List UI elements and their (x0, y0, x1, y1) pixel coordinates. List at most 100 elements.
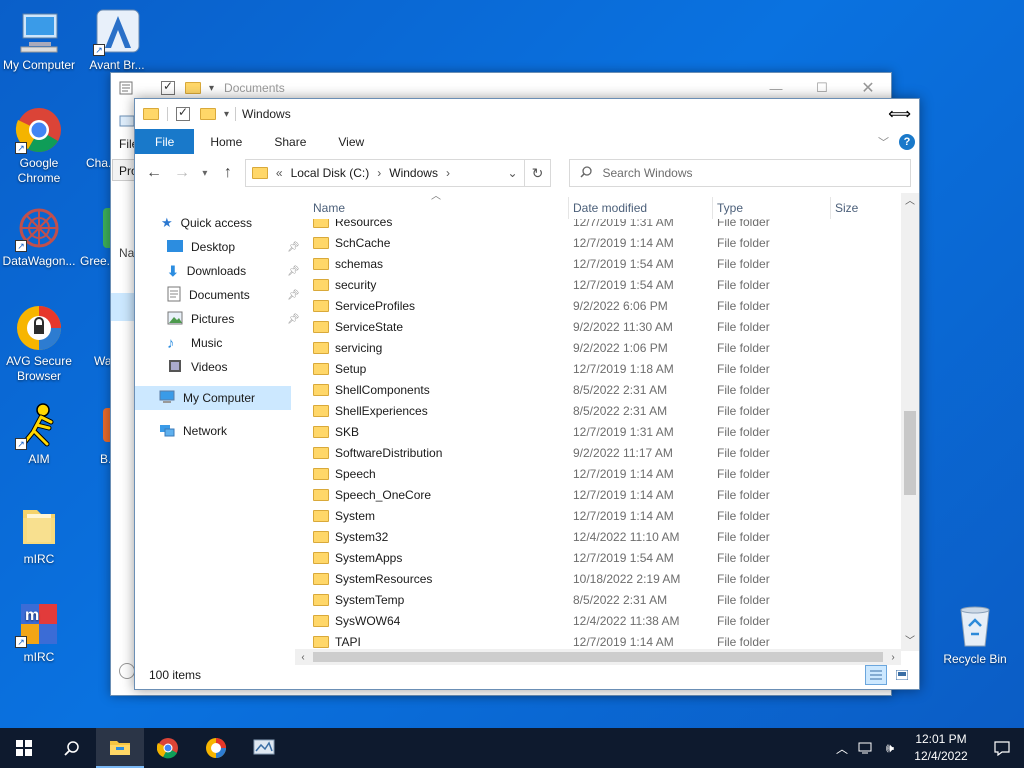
desktop-icon-partial[interactable]: Wa... (78, 304, 112, 369)
desktop-icon-avant-browser[interactable]: ↗ Avant Br... (78, 8, 156, 73)
nav-music[interactable]: ♪ Music (167, 332, 222, 354)
table-row[interactable]: SystemResources 10/18/2022 2:19 AM File fo… (309, 568, 901, 589)
table-row[interactable]: Setup 12/7/2019 1:18 AM File folder (309, 358, 901, 379)
search-button[interactable] (48, 728, 96, 768)
help-icon[interactable]: ? (899, 133, 915, 150)
clock[interactable]: 12:01 PM 12/4/2022 (902, 731, 980, 765)
table-row[interactable]: ServiceState 9/2/2022 11:30 AM File folder (309, 316, 901, 337)
desktop-icon-datawagon[interactable]: ↗ DataWagon... (0, 204, 78, 269)
start-button[interactable] (0, 728, 48, 768)
table-row[interactable]: System32 12/4/2022 11:10 AM File folder (309, 526, 901, 547)
checkbox-icon[interactable] (161, 79, 175, 95)
desktop-icon-mirc-folder[interactable]: mIRC (0, 502, 78, 567)
tab-home[interactable]: Home (194, 129, 258, 154)
chevron-down-icon[interactable]: ▾ (209, 83, 214, 94)
breadcrumb-overflow[interactable]: « (276, 166, 283, 180)
nav-quick-access[interactable]: ★ Quick access (161, 212, 252, 234)
recent-locations-button[interactable]: ▾ (199, 162, 211, 184)
desktop-icon-partial[interactable]: B... (78, 402, 112, 467)
taskbar-app[interactable] (240, 728, 288, 768)
tab-view[interactable]: View (322, 129, 380, 154)
up-button[interactable]: ↑ (217, 162, 239, 184)
chevron-up-icon[interactable]: ︿ (830, 740, 854, 757)
address-dropdown-icon[interactable]: ⌄ (507, 166, 517, 180)
vertical-scrollbar[interactable]: ︿ ﹀ (901, 193, 919, 651)
table-row[interactable]: security 12/7/2019 1:54 AM File folder (309, 274, 901, 295)
nav-videos[interactable]: Videos (167, 356, 227, 378)
desktop-icon-aim[interactable]: ↗ AIM (0, 402, 78, 467)
address-bar[interactable]: « Local Disk (C:) › Windows › ⌄ (244, 159, 525, 187)
nav-desktop[interactable]: Desktop 📌︎ (167, 236, 300, 258)
new-folder-icon[interactable] (200, 108, 216, 120)
table-row[interactable]: Speech 12/7/2019 1:14 AM File folder (309, 463, 901, 484)
table-row[interactable]: ShellComponents 8/5/2022 2:31 AM File fold… (309, 379, 901, 400)
refresh-button[interactable]: ↻ (523, 159, 552, 187)
explorer-window[interactable]: ▾ Windows ⟺ File Home Share View ﹀ ? ← →… (134, 98, 920, 690)
notifications-icon[interactable] (980, 740, 1024, 756)
search-input[interactable]: Search Windows (569, 159, 911, 187)
column-header-type[interactable]: Type (713, 197, 831, 219)
breadcrumb-local-disk[interactable]: Local Disk (C:) (291, 166, 370, 180)
file-name: ServiceProfiles (335, 298, 416, 313)
tab-file[interactable]: File (135, 129, 195, 154)
nav-network[interactable]: Network (159, 420, 227, 442)
table-row[interactable]: ServiceProfiles 9/2/2022 6:06 PM File fold… (309, 295, 901, 316)
table-row[interactable]: ShellExperiences 8/5/2022 2:31 AM File fol… (309, 400, 901, 421)
explorer-titlebar[interactable]: ▾ Windows ⟺ (135, 99, 919, 129)
table-row[interactable]: SchCache 12/7/2019 1:14 AM File folder (309, 232, 901, 253)
taskbar-avg-browser[interactable] (192, 728, 240, 768)
taskbar-chrome[interactable] (144, 728, 192, 768)
pin-icon[interactable]: 📌︎ (287, 242, 300, 253)
table-row[interactable]: System 12/7/2019 1:14 AM File folder (309, 505, 901, 526)
table-row[interactable]: SystemApps 12/7/2019 1:54 AM File folder (309, 547, 901, 568)
scroll-down-arrow-icon[interactable]: ﹀ (901, 633, 919, 651)
column-header-name[interactable]: Name (309, 197, 569, 219)
expand-ribbon-icon[interactable]: ﹀ (878, 134, 889, 150)
file-name: security (335, 277, 377, 292)
desktop-icon-recycle-bin[interactable]: Recycle Bin (936, 602, 1014, 667)
breadcrumb-windows[interactable]: Windows (389, 166, 438, 180)
scroll-thumb[interactable] (904, 411, 916, 495)
table-row[interactable]: Resources 12/7/2019 1:31 AM File folder (309, 219, 901, 232)
nav-label: Music (191, 336, 223, 350)
table-row[interactable]: servicing 9/2/2022 1:06 PM File folder (309, 337, 901, 358)
properties-checkbox-icon[interactable] (176, 105, 190, 121)
network-icon (159, 423, 175, 440)
forward-button[interactable]: → (171, 162, 193, 184)
table-row[interactable]: SKB 12/7/2019 1:31 AM File folder (309, 421, 901, 442)
folder-icon (313, 278, 329, 291)
back-button[interactable]: ← (143, 162, 165, 184)
nav-downloads[interactable]: ⬇ Downloads 📌︎ (167, 260, 300, 282)
properties-icon[interactable] (119, 81, 133, 95)
table-row[interactable]: SysWOW64 12/4/2022 11:38 AM File folder (309, 610, 901, 631)
nav-documents[interactable]: Documents 📌︎ (167, 284, 300, 306)
column-header-date[interactable]: Date modified (569, 197, 713, 219)
desktop-icon-avg-secure-browser[interactable]: AVG Secure Browser (0, 304, 78, 384)
desktop-icon-partial[interactable]: Gree... (78, 204, 112, 269)
desktop-icon-my-computer[interactable]: My Computer (0, 8, 78, 73)
volume-icon[interactable]: 🕪︎ (878, 740, 902, 756)
network-icon[interactable] (854, 741, 878, 755)
chevron-right-icon[interactable]: › (377, 166, 381, 180)
pin-icon[interactable]: 📌︎ (287, 314, 300, 325)
table-row[interactable]: SystemTemp 8/5/2022 2:31 AM File folder (309, 589, 901, 610)
desktop-icon-partial[interactable]: Cha... (78, 106, 112, 171)
taskbar-file-explorer[interactable] (96, 728, 144, 768)
nav-my-computer[interactable]: My Computer (135, 386, 291, 410)
desktop-icon-google-chrome[interactable]: ↗ Google Chrome (0, 106, 78, 186)
desktop-icon-mirc[interactable]: m ↗ mIRC (0, 600, 78, 665)
table-row[interactable]: schemas 12/7/2019 1:54 AM File folder (309, 253, 901, 274)
tab-share[interactable]: Share (258, 129, 322, 154)
folder-icon[interactable] (185, 82, 201, 94)
scroll-up-arrow-icon[interactable]: ︿ (901, 193, 919, 211)
table-row[interactable]: Speech_OneCore 12/7/2019 1:14 AM File fold… (309, 484, 901, 505)
table-row[interactable]: SoftwareDistribution 9/2/2022 11:17 AM Fil… (309, 442, 901, 463)
column-header-size[interactable]: Size (831, 197, 901, 219)
large-icons-view-icon[interactable] (891, 665, 913, 685)
pin-icon[interactable]: 📌︎ (287, 266, 300, 277)
chevron-right-icon[interactable]: › (446, 166, 450, 180)
details-view-icon[interactable] (865, 665, 887, 685)
chevron-down-icon[interactable]: ▾ (224, 109, 229, 120)
nav-pictures[interactable]: Pictures 📌︎ (167, 308, 300, 330)
pin-icon[interactable]: 📌︎ (287, 290, 300, 301)
